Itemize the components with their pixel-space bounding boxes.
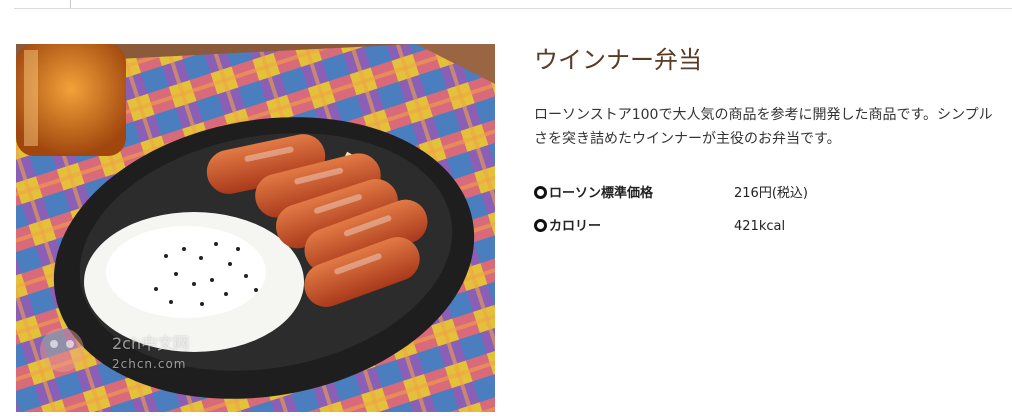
bento-photo-illustration — [16, 44, 495, 412]
product-image: 2ch中文网 2chcn.com — [16, 44, 495, 412]
watermark-line2: 2chcn.com — [112, 357, 187, 371]
spec-label-text: カロリー — [549, 219, 602, 234]
product-title: ウインナー弁当 — [534, 46, 702, 74]
watermark-line1: 2ch中文网 — [112, 334, 190, 353]
watermark: 2ch中文网 2chcn.com — [112, 334, 189, 374]
bullet-icon — [534, 186, 547, 199]
bullet-icon — [534, 219, 547, 232]
spec-label-text: ローソン標準価格 — [549, 186, 654, 201]
spec-value-price: 216円(税込) — [734, 186, 808, 201]
spec-value-calorie: 421kcal — [734, 219, 786, 234]
spec-label-calorie: カロリー — [534, 218, 601, 236]
product-description: ローソンストア100で大人気の商品を参考に開発した商品です。シンプルさを突き詰め… — [534, 107, 993, 147]
divider-tick — [70, 0, 71, 8]
spec-label-price: ローソン標準価格 — [534, 185, 653, 203]
top-divider — [14, 0, 1012, 9]
